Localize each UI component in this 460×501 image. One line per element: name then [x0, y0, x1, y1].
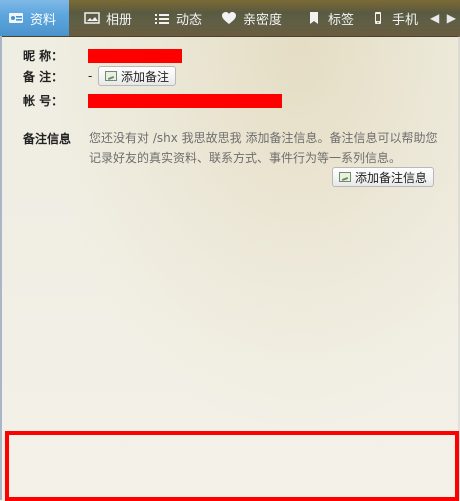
tab-album-label: 相册 — [106, 12, 133, 28]
tab-scroll-controls: ◀ ▶ — [426, 0, 460, 36]
add-remark-button-label: 添加备注 — [121, 69, 170, 84]
feed-list-icon — [154, 11, 170, 25]
account-row: 帐 号： — [23, 92, 282, 109]
tab-intimacy[interactable]: 亲密度 — [213, 0, 301, 36]
highlight-outline — [5, 431, 459, 501]
tab-profile-label: 资料 — [30, 12, 57, 28]
edit-note-icon — [339, 172, 351, 182]
tab-next-arrow[interactable]: ▶ — [447, 11, 456, 25]
tab-profile[interactable]: 资料 — [0, 0, 69, 36]
tab-bar: 资料 相册 动态 亲密度 标签 手机 ◀ ▶ — [0, 0, 460, 37]
nickname-label: 昵 称： — [23, 49, 64, 63]
memo-text: 您还没有对 /shx 我思故思我 添加备注信息。备注信息可以帮助您记录好友的真实… — [89, 131, 438, 165]
photo-album-icon — [84, 11, 100, 25]
add-memo-info-button-label: 添加备注信息 — [355, 170, 428, 185]
photo-album-icon-svg — [84, 12, 100, 24]
heart-icon-svg — [222, 12, 236, 24]
memo-label: 备注信息 — [23, 132, 72, 146]
feed-list-icon-svg — [155, 14, 169, 24]
left-border — [0, 36, 2, 500]
phone-icon — [370, 11, 386, 25]
edit-note-icon — [105, 71, 117, 81]
bookmark-icon-svg — [310, 12, 318, 24]
tab-feed-label: 动态 — [176, 12, 203, 28]
add-memo-info-button-wrap: 添加备注信息 — [332, 167, 435, 187]
heart-icon — [221, 11, 237, 25]
remark-value: - — [88, 69, 93, 83]
tab-album[interactable]: 相册 — [76, 0, 146, 36]
nickname-row: 昵 称： — [23, 47, 182, 64]
nickname-redaction — [88, 48, 182, 63]
tab-phone[interactable]: 手机 — [362, 0, 426, 36]
remark-label: 备 注： — [23, 69, 64, 84]
tab-tags[interactable]: 标签 — [298, 0, 362, 36]
add-remark-button[interactable]: 添加备注 — [98, 66, 177, 86]
tab-feed[interactable]: 动态 — [146, 0, 217, 36]
account-label: 帐 号： — [23, 94, 64, 108]
add-memo-info-button[interactable]: 添加备注信息 — [332, 167, 435, 187]
profile-window: 资料 相册 动态 亲密度 标签 手机 ◀ ▶ 昵 称： 备 注： - 添加备注 … — [0, 0, 460, 501]
profile-card-icon — [8, 11, 24, 25]
bookmark-icon — [306, 11, 322, 25]
tab-prev-arrow[interactable]: ◀ — [430, 11, 439, 25]
remark-row: 备 注： - 添加备注 — [23, 66, 177, 86]
account-redaction — [88, 93, 282, 108]
profile-card-icon-svg — [9, 13, 23, 23]
tab-phone-label: 手机 — [392, 12, 419, 28]
phone-icon-svg — [375, 12, 381, 24]
tab-intimacy-label: 亲密度 — [243, 12, 283, 28]
tab-tags-label: 标签 — [328, 12, 355, 28]
